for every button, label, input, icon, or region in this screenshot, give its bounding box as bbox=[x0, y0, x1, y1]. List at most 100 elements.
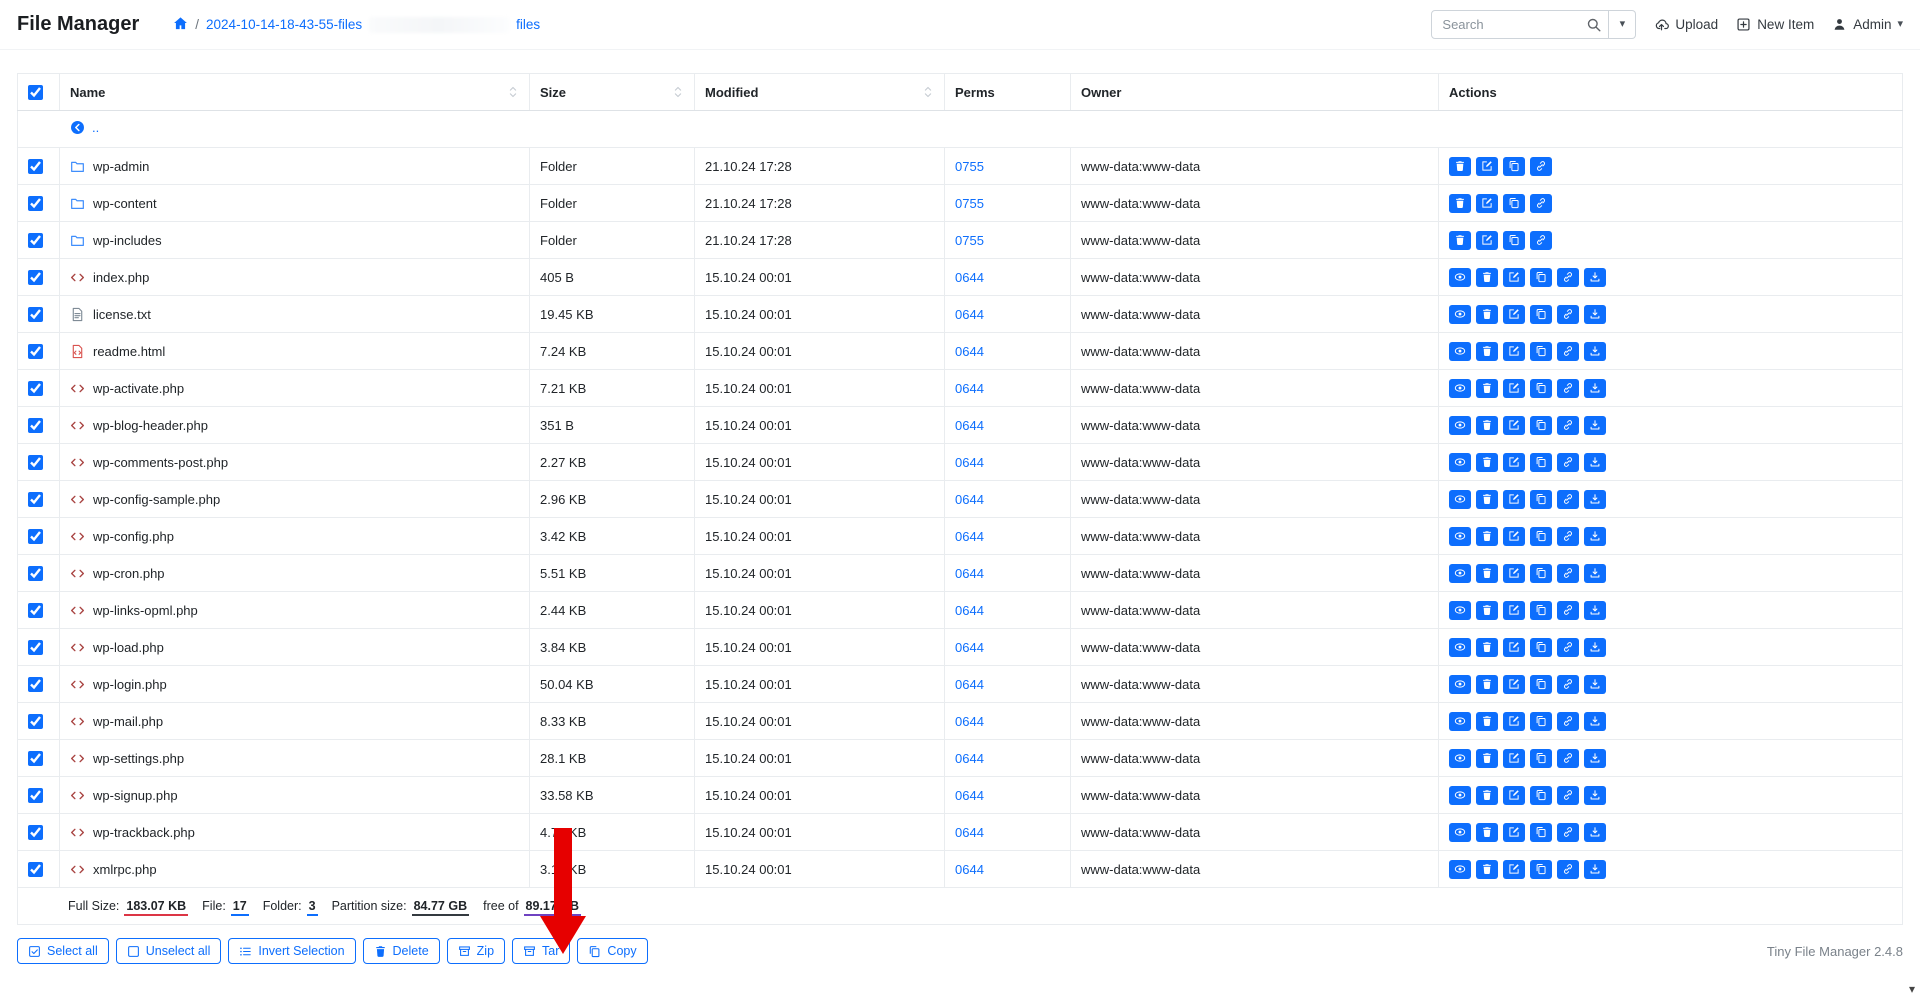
folder-link[interactable]: wp-admin bbox=[70, 159, 519, 174]
delete-button[interactable] bbox=[1476, 379, 1498, 398]
rename-button[interactable] bbox=[1503, 712, 1525, 731]
file-link[interactable]: wp-signup.php bbox=[70, 788, 519, 803]
rename-button[interactable] bbox=[1476, 231, 1498, 250]
view-button[interactable] bbox=[1449, 379, 1471, 398]
perms-link[interactable]: 0644 bbox=[955, 603, 984, 618]
download-button[interactable] bbox=[1584, 638, 1606, 657]
file-link[interactable]: wp-comments-post.php bbox=[70, 455, 519, 470]
unselect-all-button[interactable]: Unselect all bbox=[116, 938, 222, 964]
row-checkbox[interactable] bbox=[28, 825, 43, 840]
direct-link-button[interactable] bbox=[1557, 675, 1579, 694]
copy-button[interactable] bbox=[1530, 305, 1552, 324]
rename-button[interactable] bbox=[1503, 823, 1525, 842]
file-link[interactable]: wp-load.php bbox=[70, 640, 519, 655]
perms-link[interactable]: 0644 bbox=[955, 381, 984, 396]
folder-link[interactable]: wp-includes bbox=[70, 233, 519, 248]
view-button[interactable] bbox=[1449, 601, 1471, 620]
rename-button[interactable] bbox=[1476, 157, 1498, 176]
file-link[interactable]: wp-settings.php bbox=[70, 751, 519, 766]
download-button[interactable] bbox=[1584, 749, 1606, 768]
download-button[interactable] bbox=[1584, 823, 1606, 842]
copy-button[interactable] bbox=[1530, 712, 1552, 731]
perms-link[interactable]: 0644 bbox=[955, 270, 984, 285]
row-checkbox[interactable] bbox=[28, 307, 43, 322]
rename-button[interactable] bbox=[1503, 564, 1525, 583]
download-button[interactable] bbox=[1584, 712, 1606, 731]
copy-button[interactable] bbox=[1530, 527, 1552, 546]
direct-link-button[interactable] bbox=[1557, 305, 1579, 324]
rename-button[interactable] bbox=[1503, 342, 1525, 361]
copy-button[interactable] bbox=[1530, 268, 1552, 287]
rename-button[interactable] bbox=[1503, 749, 1525, 768]
download-button[interactable] bbox=[1584, 305, 1606, 324]
search-options-button[interactable]: ▾ bbox=[1609, 10, 1636, 39]
download-button[interactable] bbox=[1584, 490, 1606, 509]
copy-button[interactable] bbox=[1530, 823, 1552, 842]
rename-button[interactable] bbox=[1503, 601, 1525, 620]
copy-button[interactable] bbox=[1503, 194, 1525, 213]
view-button[interactable] bbox=[1449, 786, 1471, 805]
perms-link[interactable]: 0644 bbox=[955, 492, 984, 507]
perms-link[interactable]: 0644 bbox=[955, 862, 984, 877]
perms-link[interactable]: 0755 bbox=[955, 196, 984, 211]
file-link[interactable]: wp-mail.php bbox=[70, 714, 519, 729]
view-button[interactable] bbox=[1449, 823, 1471, 842]
select-all-button[interactable]: Select all bbox=[17, 938, 109, 964]
row-checkbox[interactable] bbox=[28, 751, 43, 766]
delete-button[interactable] bbox=[1476, 268, 1498, 287]
perms-link[interactable]: 0644 bbox=[955, 566, 984, 581]
row-checkbox[interactable] bbox=[28, 196, 43, 211]
file-link[interactable]: index.php bbox=[70, 270, 519, 285]
download-button[interactable] bbox=[1584, 342, 1606, 361]
file-link[interactable]: license.txt bbox=[70, 307, 519, 322]
row-checkbox[interactable] bbox=[28, 492, 43, 507]
copy-button[interactable] bbox=[1503, 157, 1525, 176]
zip-button[interactable]: Zip bbox=[447, 938, 505, 964]
file-link[interactable]: wp-cron.php bbox=[70, 566, 519, 581]
breadcrumb-folder-link[interactable]: 2024-10-14-18-43-55-files bbox=[206, 17, 362, 32]
rename-button[interactable] bbox=[1503, 453, 1525, 472]
perms-link[interactable]: 0644 bbox=[955, 640, 984, 655]
row-checkbox[interactable] bbox=[28, 714, 43, 729]
up-directory-link[interactable]: .. bbox=[70, 120, 99, 135]
rename-button[interactable] bbox=[1476, 194, 1498, 213]
direct-link-button[interactable] bbox=[1557, 379, 1579, 398]
rename-button[interactable] bbox=[1503, 379, 1525, 398]
view-button[interactable] bbox=[1449, 675, 1471, 694]
rename-button[interactable] bbox=[1503, 786, 1525, 805]
copy-button[interactable] bbox=[1530, 786, 1552, 805]
rename-button[interactable] bbox=[1503, 416, 1525, 435]
copy-button[interactable] bbox=[1530, 749, 1552, 768]
view-button[interactable] bbox=[1449, 712, 1471, 731]
delete-button[interactable] bbox=[1476, 490, 1498, 509]
delete-button[interactable] bbox=[1476, 416, 1498, 435]
view-button[interactable] bbox=[1449, 268, 1471, 287]
modified-column-header[interactable]: Modified bbox=[695, 74, 945, 111]
copy-button[interactable] bbox=[1530, 453, 1552, 472]
direct-link-button[interactable] bbox=[1557, 416, 1579, 435]
direct-link-button[interactable] bbox=[1557, 601, 1579, 620]
file-link[interactable]: wp-login.php bbox=[70, 677, 519, 692]
copy-button[interactable] bbox=[1530, 416, 1552, 435]
copy-button[interactable] bbox=[1530, 564, 1552, 583]
upload-button[interactable]: Upload bbox=[1654, 17, 1718, 32]
delete-button[interactable]: Delete bbox=[363, 938, 440, 964]
rename-button[interactable] bbox=[1503, 490, 1525, 509]
perms-link[interactable]: 0644 bbox=[955, 677, 984, 692]
copy-button[interactable] bbox=[1530, 638, 1552, 657]
row-checkbox[interactable] bbox=[28, 603, 43, 618]
perms-link[interactable]: 0644 bbox=[955, 418, 984, 433]
copy-button[interactable] bbox=[1503, 231, 1525, 250]
direct-link-button[interactable] bbox=[1557, 786, 1579, 805]
perms-link[interactable]: 0644 bbox=[955, 751, 984, 766]
perms-link[interactable]: 0644 bbox=[955, 344, 984, 359]
rename-button[interactable] bbox=[1503, 860, 1525, 879]
delete-button[interactable] bbox=[1476, 342, 1498, 361]
delete-button[interactable] bbox=[1476, 601, 1498, 620]
perms-link[interactable]: 0644 bbox=[955, 529, 984, 544]
folder-link[interactable]: wp-content bbox=[70, 196, 519, 211]
row-checkbox[interactable] bbox=[28, 418, 43, 433]
direct-link-button[interactable] bbox=[1557, 342, 1579, 361]
direct-link-button[interactable] bbox=[1530, 157, 1552, 176]
admin-menu-button[interactable]: Admin ▾ bbox=[1832, 17, 1903, 32]
